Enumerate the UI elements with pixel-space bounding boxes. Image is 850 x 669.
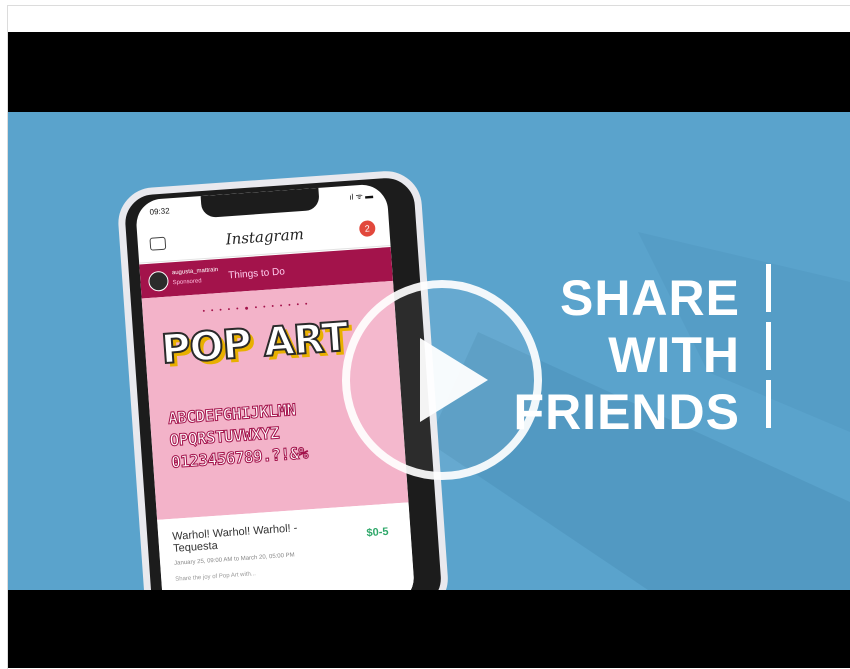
status-icons: ıl ᯤ ▬ [349, 191, 374, 202]
ad-cta: Things to Do [227, 266, 286, 282]
event-price: $0-5 [366, 525, 389, 540]
divider-bar-1 [766, 264, 771, 312]
notification-badge: 2 [358, 220, 376, 238]
headline-line-1: SHARE [559, 270, 740, 326]
play-icon[interactable] [338, 276, 546, 484]
divider-bar-2 [766, 322, 771, 370]
headline-line-2: WITH [608, 327, 740, 383]
camera-icon [149, 236, 167, 251]
event-date: January 25, 09:00 AM to March 20, 05:00 … [174, 552, 295, 567]
video-player[interactable]: 09:32 ıl ᯤ ▬ Instagram 2 augusta_mattrai… [8, 32, 850, 668]
headline-line-3: FRIENDS [513, 384, 740, 440]
headline: SHARE WITH FRIENDS [514, 270, 740, 441]
divider-bar-3 [766, 380, 771, 428]
headline-divider [766, 264, 776, 446]
event-title: Warhol! Warhol! Warhol! - Tequesta [171, 522, 298, 555]
instagram-logo: Instagram [225, 225, 305, 249]
event-description: Share the joy of Pop Art with... [175, 571, 257, 583]
pop-art-title: POP ART [159, 313, 351, 374]
carousel-dots: • • • • • ● • • • • • • • [202, 300, 310, 316]
sponsored-label: Sponsored [172, 278, 202, 287]
status-time: 09:32 [149, 206, 170, 217]
ad-username: augusta_mattrain [171, 267, 219, 277]
avatar [147, 270, 170, 292]
